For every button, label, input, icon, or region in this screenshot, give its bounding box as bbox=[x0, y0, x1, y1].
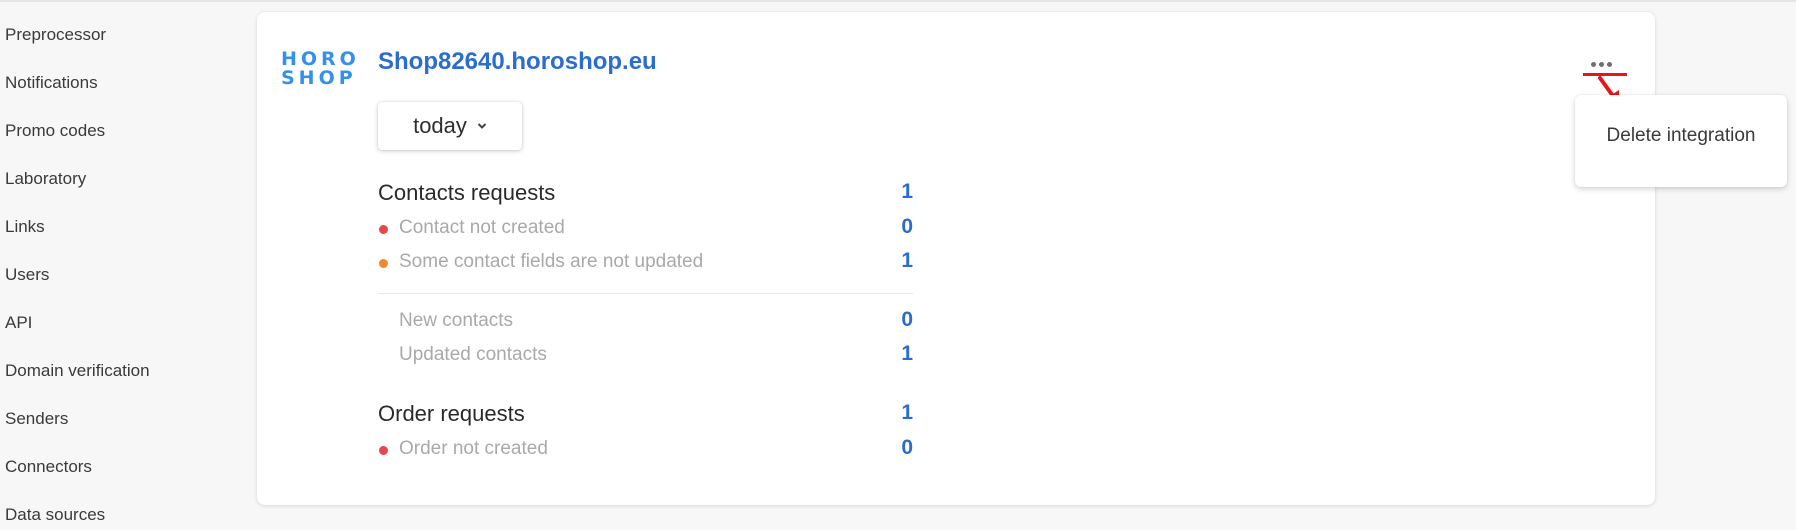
sidebar-item-connectors[interactable]: Connectors bbox=[5, 457, 92, 477]
new-contacts-label: New contacts bbox=[399, 310, 514, 331]
new-contacts-value[interactable]: 0 bbox=[901, 308, 913, 332]
more-horizontal-icon-dot bbox=[1606, 61, 1612, 67]
sidebar-item-promo-codes[interactable]: Promo codes bbox=[5, 121, 105, 141]
sidebar-item-domain-verification[interactable]: Domain verification bbox=[5, 361, 150, 381]
top-border bbox=[0, 0, 1796, 2]
contact-not-created-row: Contact not created 0 bbox=[378, 214, 913, 248]
order-requests-row: Order requests 1 bbox=[378, 401, 913, 435]
error-status-dot-icon bbox=[379, 446, 388, 455]
fields-not-updated-row: Some contact fields are not updated 1 bbox=[378, 248, 913, 282]
more-options-button[interactable] bbox=[1587, 56, 1615, 72]
new-contacts-row: New contacts 0 bbox=[378, 307, 913, 341]
more-horizontal-icon-dot bbox=[1590, 61, 1596, 67]
period-selected-value: today bbox=[413, 113, 467, 138]
sidebar-item-laboratory[interactable]: Laboratory bbox=[5, 169, 86, 189]
horoshop-logo-icon: HORO SHOP bbox=[281, 50, 361, 88]
stats-divider bbox=[378, 293, 913, 294]
order-requests-value[interactable]: 1 bbox=[901, 401, 913, 425]
logo-line-2: SHOP bbox=[281, 67, 357, 89]
contact-not-created-label: Contact not created bbox=[399, 217, 565, 238]
updated-contacts-row: Updated contacts 1 bbox=[378, 341, 913, 375]
fields-not-updated-label: Some contact fields are not updated bbox=[399, 251, 704, 272]
more-options-menu: Delete integration bbox=[1575, 95, 1787, 187]
order-not-created-row: Order not created 0 bbox=[378, 435, 913, 469]
sidebar-item-links[interactable]: Links bbox=[5, 217, 45, 237]
integration-card: HORO SHOP Shop82640.horoshop.eu today Co… bbox=[257, 12, 1655, 505]
warning-status-dot-icon bbox=[379, 259, 388, 268]
fields-not-updated-value[interactable]: 1 bbox=[901, 249, 913, 273]
chevron-down-icon bbox=[477, 123, 487, 129]
error-status-dot-icon bbox=[379, 225, 388, 234]
stats-table: Contacts requests 1 Contact not created … bbox=[378, 180, 913, 469]
sidebar-item-api[interactable]: API bbox=[5, 313, 32, 333]
order-not-created-label: Order not created bbox=[399, 438, 548, 459]
sidebar-item-senders[interactable]: Senders bbox=[5, 409, 68, 429]
more-horizontal-icon-dot bbox=[1598, 61, 1604, 67]
updated-contacts-label: Updated contacts bbox=[399, 344, 547, 365]
contacts-requests-row: Contacts requests 1 bbox=[378, 180, 913, 214]
updated-contacts-value[interactable]: 1 bbox=[901, 342, 913, 366]
sidebar-item-notifications[interactable]: Notifications bbox=[5, 73, 98, 93]
contact-not-created-value[interactable]: 0 bbox=[901, 215, 913, 239]
integration-title-link[interactable]: Shop82640.horoshop.eu bbox=[378, 48, 657, 76]
contacts-requests-label: Contacts requests bbox=[378, 180, 556, 205]
delete-integration-menu-item[interactable]: Delete integration bbox=[1575, 95, 1787, 177]
sidebar-item-data-sources[interactable]: Data sources bbox=[5, 505, 105, 525]
sidebar-item-users[interactable]: Users bbox=[5, 265, 49, 285]
order-requests-label: Order requests bbox=[378, 401, 525, 426]
period-select[interactable]: today bbox=[378, 102, 522, 150]
settings-sidebar: Preprocessor Notifications Promo codes L… bbox=[0, 0, 250, 530]
sidebar-item-preprocessor[interactable]: Preprocessor bbox=[5, 25, 106, 45]
order-not-created-value[interactable]: 0 bbox=[901, 436, 913, 460]
contacts-requests-value[interactable]: 1 bbox=[901, 180, 913, 204]
